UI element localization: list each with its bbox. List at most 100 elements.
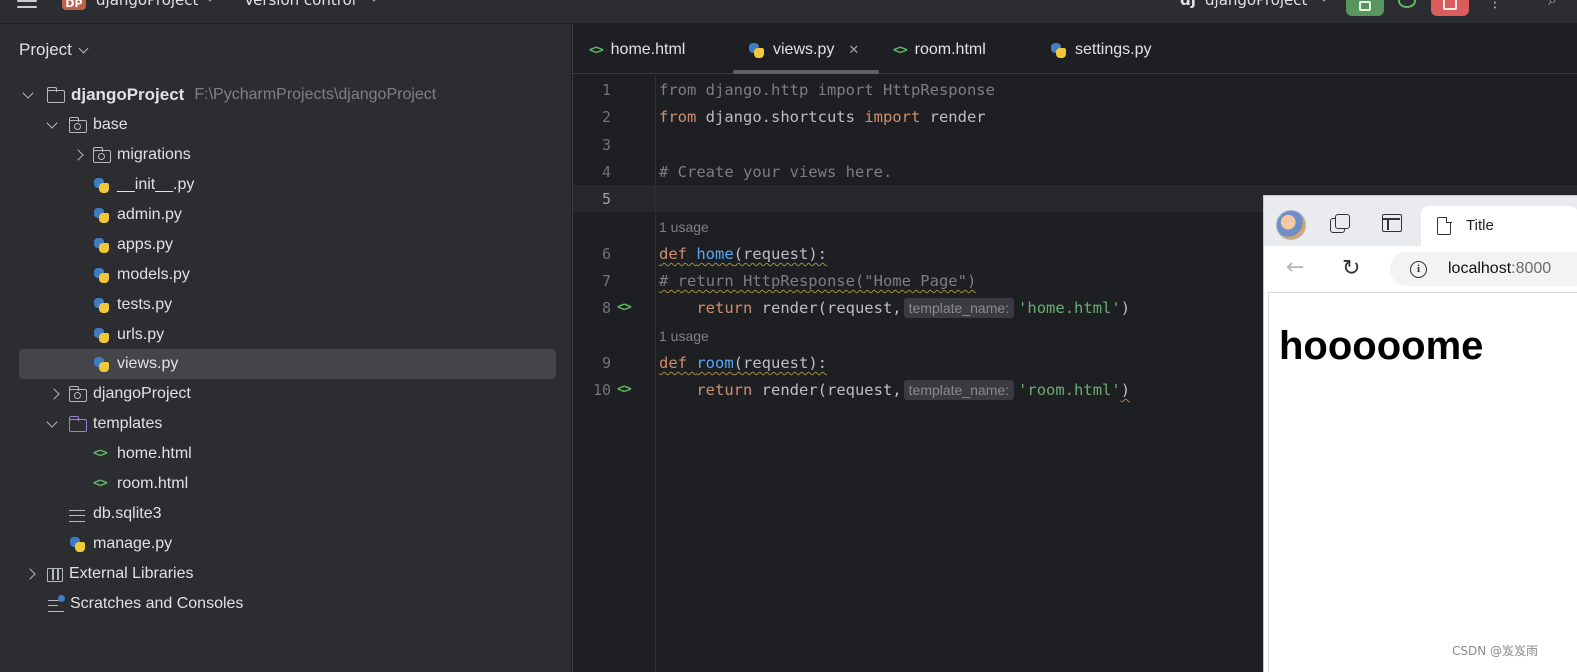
- python-file-icon: [93, 207, 111, 224]
- line-number: 9: [601, 354, 611, 372]
- code-line-8[interactable]: return render(request, template_name:'hom…: [659, 298, 1130, 318]
- scratches-icon: [48, 595, 65, 612]
- info-icon[interactable]: i: [1410, 261, 1427, 278]
- gutter-separator: [655, 75, 656, 672]
- python-file-icon: [93, 177, 111, 194]
- code-line-1[interactable]: from django.http import HttpResponse: [659, 80, 995, 100]
- code-line-10[interactable]: return render(request, template_name:'roo…: [659, 380, 1130, 400]
- html-template-gutter-icon[interactable]: <>: [617, 298, 632, 318]
- rerun-icon: [1359, 1, 1371, 11]
- tree-item-templates[interactable]: templates: [19, 409, 556, 439]
- tree-item-label: Scratches and Consoles: [70, 595, 244, 612]
- tree-item-label: manage.py: [93, 535, 173, 552]
- expand-arrow-icon[interactable]: [73, 140, 89, 170]
- html-template-gutter-icon[interactable]: <>: [617, 380, 632, 400]
- tree-item-path: F:\PycharmProjects\djangoProject: [194, 86, 437, 103]
- code-line-7[interactable]: # return HttpResponse("Home Page"): [659, 271, 976, 291]
- tree-item-models-py[interactable]: models.py: [19, 260, 556, 290]
- tree-item-urls-py[interactable]: urls.py: [19, 320, 556, 350]
- stop-button[interactable]: [1431, 0, 1469, 16]
- tree-item-external-libraries[interactable]: External Libraries: [19, 559, 556, 589]
- usage-hint[interactable]: 1 usage: [659, 218, 709, 236]
- expand-arrow-icon[interactable]: [25, 559, 41, 589]
- tree-item-django-project[interactable]: djangoProject: [19, 379, 556, 409]
- tree-item-views-py[interactable]: views.py: [19, 349, 556, 379]
- tree-item-label: db.sqlite3: [93, 505, 162, 522]
- expand-arrow-icon[interactable]: [45, 409, 61, 439]
- tree-item-init-py[interactable]: __init__.py: [19, 170, 556, 200]
- browser-tab-title: Title: [1466, 217, 1494, 234]
- usage-hint[interactable]: 1 usage: [659, 327, 709, 345]
- search-everywhere-icon[interactable]: ⌕: [1548, 0, 1557, 10]
- project-switcher[interactable]: djangoProject: [96, 0, 198, 10]
- debug-icon[interactable]: [1398, 0, 1416, 8]
- tree-item-scratches[interactable]: Scratches and Consoles: [19, 589, 556, 619]
- inlay-parameter-hint: template_name:: [903, 380, 1015, 400]
- tree-item-label: djangoProject: [71, 85, 185, 104]
- tab-label: views.py: [773, 41, 835, 58]
- expand-arrow-icon[interactable]: [45, 110, 61, 140]
- avatar[interactable]: [1276, 210, 1306, 240]
- line-number: 7: [601, 272, 611, 290]
- code-line-9[interactable]: def room(request):: [659, 353, 827, 373]
- tree-item-migrations[interactable]: migrations: [19, 140, 556, 170]
- tab-label: settings.py: [1075, 41, 1152, 58]
- folder-icon: [46, 87, 65, 103]
- code-line-4[interactable]: # Create your views here.: [659, 162, 892, 182]
- templates-folder-icon: [68, 416, 87, 432]
- tree-item-root[interactable]: djangoProject F:\PycharmProjects\djangoP…: [19, 80, 556, 110]
- html-file-icon: <>: [93, 476, 108, 491]
- tree-item-manage-py[interactable]: manage.py: [19, 529, 556, 559]
- tree-item-apps-py[interactable]: apps.py: [19, 230, 556, 260]
- tree-item-label: models.py: [117, 266, 190, 283]
- close-tab-icon[interactable]: ✕: [848, 42, 859, 58]
- collections-icon[interactable]: [1330, 214, 1350, 233]
- tab-actions-icon[interactable]: [1382, 214, 1402, 232]
- chevron-down-icon: [78, 43, 89, 53]
- browser-nav-bar: ← ↻ i localhost:8000: [1264, 246, 1577, 292]
- address-bar[interactable]: i localhost:8000: [1390, 252, 1577, 286]
- code-line-6[interactable]: def home(request):: [659, 244, 827, 264]
- project-badge[interactable]: DP: [62, 0, 86, 10]
- run-config-selector[interactable]: djangoProject: [1205, 0, 1307, 10]
- watermark: CSDN @岌岌雨: [1452, 644, 1539, 658]
- tab-settings-py[interactable]: settings.py: [1050, 38, 1151, 62]
- tab-home-html[interactable]: <> home.html: [589, 38, 685, 62]
- reload-icon[interactable]: ↻: [1342, 258, 1364, 280]
- tree-item-label: migrations: [117, 146, 191, 163]
- package-folder-icon: [68, 386, 87, 402]
- expand-arrow-icon[interactable]: [49, 379, 65, 409]
- package-folder-icon: [68, 117, 87, 133]
- tree-item-home-html[interactable]: <> home.html: [19, 439, 556, 469]
- python-file-icon: [93, 356, 111, 373]
- code-line-2[interactable]: from django.shortcuts import render: [659, 107, 986, 127]
- line-number: 1: [601, 81, 611, 99]
- panel-title: Project: [19, 40, 72, 59]
- tree-item-label: urls.py: [117, 326, 165, 343]
- browser-tab-bar: Title: [1264, 196, 1577, 246]
- project-view-selector[interactable]: Project: [19, 40, 89, 60]
- more-actions-icon[interactable]: ⋮: [1488, 0, 1502, 10]
- chevron-down-icon: [1318, 0, 1330, 2]
- tree-item-admin-py[interactable]: admin.py: [19, 200, 556, 230]
- vcs-widget[interactable]: Version control: [244, 0, 356, 10]
- tab-label: room.html: [914, 41, 986, 58]
- expand-arrow-icon[interactable]: [21, 80, 37, 110]
- rerun-button[interactable]: [1346, 0, 1384, 16]
- tree-item-room-html[interactable]: <> room.html: [19, 469, 556, 499]
- tab-views-py[interactable]: views.py ✕: [748, 38, 859, 62]
- ide-window: DP djangoProject Version control dj djan…: [0, 0, 1577, 672]
- browser-tab[interactable]: Title: [1421, 206, 1577, 246]
- main-menu-icon[interactable]: [17, 0, 37, 12]
- tree-item-label: apps.py: [117, 236, 174, 253]
- back-arrow-icon[interactable]: ←: [1286, 257, 1310, 279]
- tree-item-db-sqlite3[interactable]: db.sqlite3: [19, 499, 556, 529]
- tab-room-html[interactable]: <> room.html: [893, 38, 986, 62]
- active-tab-indicator: [733, 70, 879, 74]
- package-folder-icon: [92, 147, 111, 163]
- html-file-icon: <>: [589, 42, 604, 58]
- tree-item-base[interactable]: base: [19, 110, 556, 140]
- line-number: 5: [601, 190, 611, 208]
- tree-item-tests-py[interactable]: tests.py: [19, 290, 556, 320]
- tree-item-label: views.py: [117, 355, 179, 372]
